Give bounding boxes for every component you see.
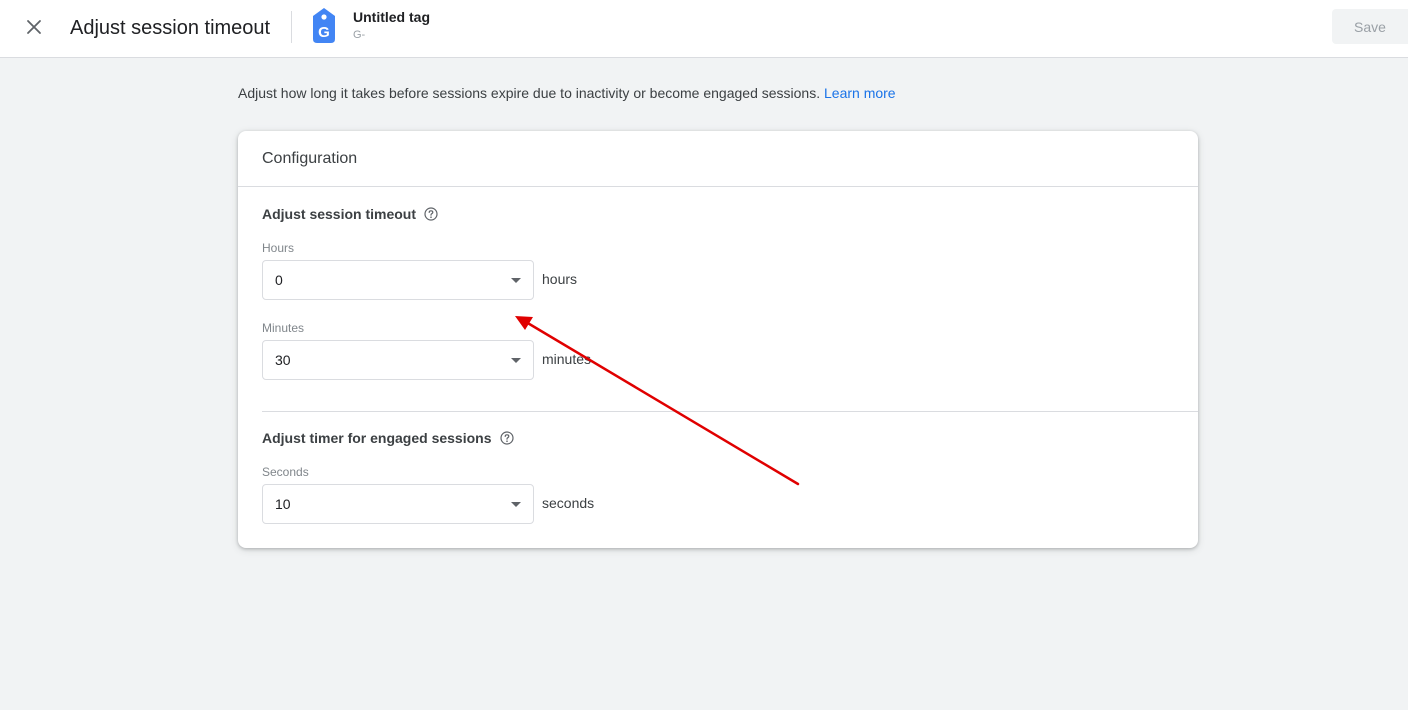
section-divider [262, 411, 1198, 412]
hours-label: Hours [262, 241, 295, 255]
page-title: Adjust session timeout [70, 17, 271, 39]
google-tag-icon: G [313, 8, 335, 43]
minutes-value: 30 [275, 352, 291, 368]
engaged-sessions-title: Adjust timer for engaged sessions [262, 430, 492, 446]
header-divider [291, 11, 292, 43]
tag-id: G- [353, 29, 366, 41]
session-timeout-heading: Adjust session timeout [262, 205, 438, 223]
seconds-unit: seconds [542, 495, 595, 511]
card-header: Configuration [238, 131, 1198, 187]
minutes-label: Minutes [262, 321, 305, 335]
tag-name: Untitled tag [353, 9, 430, 25]
card-title: Configuration [262, 150, 358, 167]
close-icon [27, 20, 41, 34]
learn-more-link[interactable]: Learn more [824, 85, 896, 101]
top-app-bar: Adjust session timeout G Untitled tag G-… [0, 0, 1408, 58]
close-button[interactable] [18, 11, 50, 43]
hours-select[interactable]: 0 [262, 260, 534, 300]
hours-unit: hours [542, 271, 578, 287]
seconds-select[interactable]: 10 [262, 484, 534, 524]
minutes-select[interactable]: 30 [262, 340, 534, 380]
minutes-unit: minutes [542, 351, 592, 367]
seconds-value: 10 [275, 496, 291, 512]
dropdown-arrow-icon [511, 358, 521, 363]
session-timeout-title: Adjust session timeout [262, 206, 417, 222]
save-button[interactable]: Save [1332, 9, 1408, 44]
svg-text:G: G [318, 24, 330, 41]
configuration-card: Configuration Adjust session timeout Hou… [238, 131, 1198, 548]
help-icon[interactable] [424, 207, 438, 221]
hours-value: 0 [275, 272, 283, 288]
dropdown-arrow-icon [511, 502, 521, 507]
intro-description: Adjust how long it takes before sessions… [238, 85, 821, 101]
help-icon[interactable] [499, 431, 514, 445]
engaged-sessions-heading: Adjust timer for engaged sessions [262, 429, 514, 447]
intro-text: Adjust how long it takes before sessions… [238, 84, 896, 102]
dropdown-arrow-icon [511, 278, 521, 283]
seconds-label: Seconds [262, 465, 309, 479]
